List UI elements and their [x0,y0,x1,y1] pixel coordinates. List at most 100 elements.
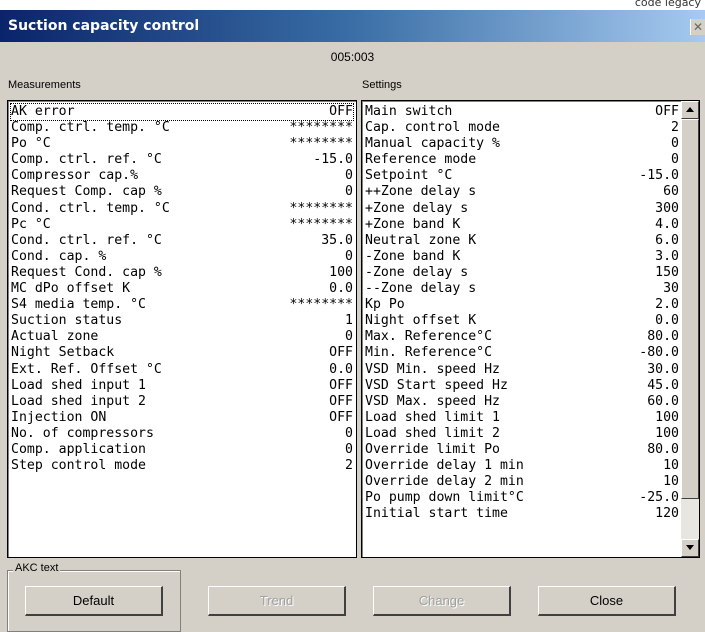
item-label: Load shed input 2 [11,393,146,409]
list-item[interactable]: Po °C ******** [11,136,353,152]
list-item[interactable]: Kp Po 2.0 [365,297,679,313]
item-value: 30.0 [647,361,679,377]
item-label: -Zone band K [365,248,461,264]
list-item[interactable]: Load shed input 2 OFF [11,394,353,410]
list-item[interactable]: Load shed input 1 OFF [11,378,353,394]
list-item[interactable]: Injection ON OFF [11,410,353,426]
list-item[interactable]: Cond. ctrl. ref. °C 35.0 [11,233,353,249]
item-value: 0 [345,184,353,200]
item-value: 100 [655,409,679,425]
item-value: ******** [289,120,353,136]
scroll-thumb[interactable] [681,119,699,499]
list-item[interactable]: Comp. ctrl. temp. °C ******** [11,120,353,136]
list-item[interactable]: Po pump down limit°C -25.0 [365,490,679,506]
list-item[interactable]: No. of compressors 0 [11,426,353,442]
list-item[interactable]: -Zone delay s 150 [365,265,679,281]
list-item[interactable]: Reference mode 0 [365,152,679,168]
list-item[interactable]: Main switch OFF [365,104,679,120]
item-value: OFF [329,393,353,409]
list-item[interactable]: MC dPo offset K 0.0 [11,281,353,297]
item-label: Comp. ctrl. temp. °C [11,120,170,136]
list-item[interactable]: Override delay 1 min 10 [365,458,679,474]
item-value: 120 [655,506,679,522]
list-item[interactable]: ++Zone delay s 60 [365,184,679,200]
item-label: Comp. ctrl. ref. °C [11,152,162,168]
list-item[interactable]: Initial start time 120 [365,506,679,522]
item-label: Cond. ctrl. temp. °C [11,200,170,216]
item-value: 0 [671,152,679,168]
list-item[interactable]: Request Comp. cap % 0 [11,184,353,200]
list-item[interactable]: Pc °C ******** [11,217,353,233]
item-label: MC dPo offset K [11,281,131,297]
item-label: Override delay 1 min [365,458,524,474]
settings-label: Settings [362,79,402,91]
list-item[interactable]: -Zone band K 3.0 [365,249,679,265]
window-title: Suction capacity control [8,18,200,34]
list-item[interactable]: Override delay 2 min 10 [365,474,679,490]
list-item[interactable]: AK error OFF [10,102,354,122]
item-label: VSD Max. speed Hz [365,393,500,409]
item-label: Step control mode [11,458,146,474]
settings-list[interactable]: Main switch OFF Cap. control mode 2 Manual c… [361,100,683,558]
item-value: 3.0 [655,248,679,264]
item-label: Main switch [365,104,453,119]
item-label: Reference mode [365,152,477,168]
list-item[interactable]: Max. Reference°C 80.0 [365,329,679,345]
item-value: 100 [655,425,679,441]
list-item[interactable]: Setpoint °C -15.0 [365,168,679,184]
list-item[interactable]: Suction status 1 [11,313,353,329]
arrow-down-icon [686,545,694,550]
list-item[interactable]: VSD Min. speed Hz 30.0 [365,362,679,378]
item-label: AK error [11,104,75,119]
item-value: 6.0 [655,232,679,248]
close-button[interactable]: Close [538,586,676,616]
list-item[interactable]: Comp. ctrl. ref. °C -15.0 [11,152,353,168]
item-label: Kp Po [365,297,405,313]
measurements-label: Measurements [8,79,81,91]
list-item[interactable]: Neutral zone K 6.0 [365,233,679,249]
item-label: Load shed input 1 [11,377,146,393]
item-label: Cond. cap. % [11,248,107,264]
list-item[interactable]: Night Setback OFF [11,345,353,361]
list-item[interactable]: S4 media temp. °C ******** [11,297,353,313]
list-item[interactable]: Ext. Ref. Offset °C 0.0 [11,362,353,378]
list-item[interactable]: Comp. application 0 [11,442,353,458]
scroll-up-button[interactable] [681,101,699,119]
change-button[interactable]: Change [373,586,511,616]
list-item[interactable]: Actual zone 0 [11,329,353,345]
item-value: 2 [345,458,353,474]
item-value: 60.0 [647,393,679,409]
list-item[interactable]: Cond. ctrl. temp. °C ******** [11,201,353,217]
list-item[interactable]: Compressor cap.% 0 [11,168,353,184]
list-item[interactable]: VSD Start speed Hz 45.0 [365,378,679,394]
scroll-down-button[interactable] [681,539,699,557]
item-value: ******** [289,297,353,313]
item-value: 0.0 [329,281,353,297]
item-label: Po °C [11,136,51,152]
close-icon[interactable]: ✕ [690,19,705,35]
trend-button[interactable]: Trend [208,586,346,616]
list-item[interactable]: +Zone delay s 300 [365,201,679,217]
list-item[interactable]: Step control mode 2 [11,458,353,474]
item-label: +Zone band K [365,216,461,232]
default-button[interactable]: Default [25,586,163,616]
list-item[interactable]: Manual capacity % 0 [365,136,679,152]
list-item[interactable]: +Zone band K 4.0 [365,217,679,233]
top-strip [0,0,705,10]
item-value: 80.0 [647,329,679,345]
list-item[interactable]: Night offset K 0.0 [365,313,679,329]
list-item[interactable]: Cap. control mode 2 [365,120,679,136]
list-item[interactable]: --Zone delay s 30 [365,281,679,297]
item-label: Override limit Po [365,441,500,457]
settings-scrollbar[interactable] [681,100,700,558]
list-item[interactable]: Load shed limit 2 100 [365,426,679,442]
measurements-list[interactable]: AK error OFF Comp. ctrl. temp. °C ******** P… [7,100,357,558]
item-value: 80.0 [647,441,679,457]
list-item[interactable]: VSD Max. speed Hz 60.0 [365,394,679,410]
list-item[interactable]: Load shed limit 1 100 [365,410,679,426]
item-label: VSD Min. speed Hz [365,361,500,377]
list-item[interactable]: Cond. cap. % 0 [11,249,353,265]
list-item[interactable]: Request Cond. cap % 100 [11,265,353,281]
list-item[interactable]: Min. Reference°C -80.0 [365,345,679,361]
list-item[interactable]: Override limit Po 80.0 [365,442,679,458]
